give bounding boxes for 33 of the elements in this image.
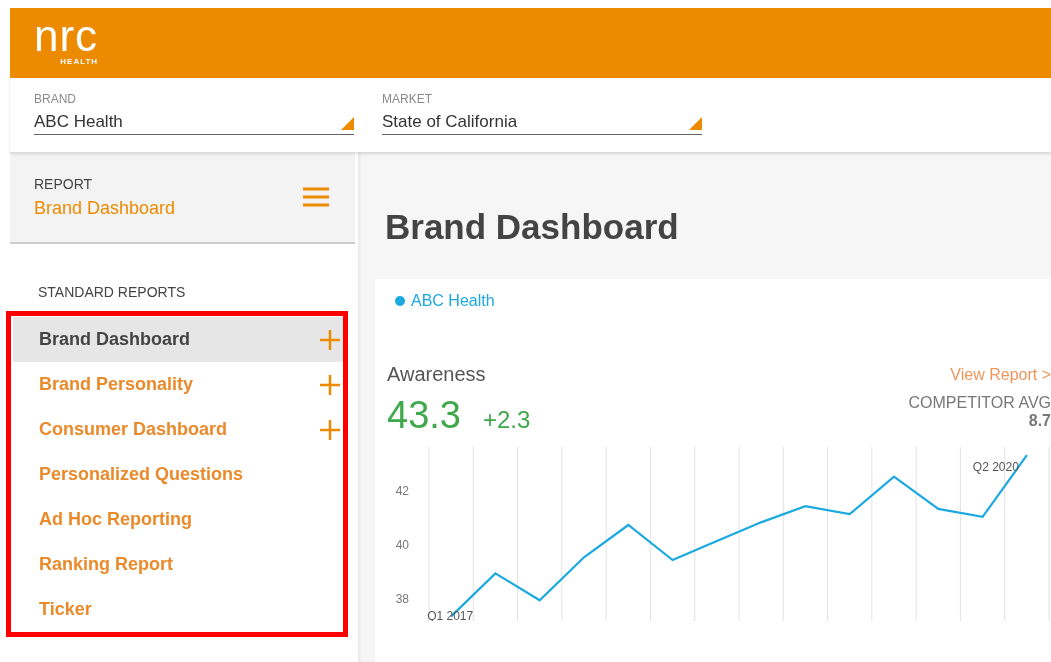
filter-label: BRAND [34,92,77,108]
nav-item[interactable]: Consumer Dashboard [13,407,348,452]
metric-value: 43.3 [387,394,461,437]
section-heading: STANDARD REPORTS [38,284,187,302]
competitor-label: COMPETITOR AVG [908,394,1051,412]
report-label: REPORT [34,175,94,192]
nav-item[interactable]: Personalized Questions [13,452,348,497]
nav-item[interactable]: Ticker [13,587,348,632]
metric-name: Awareness [387,363,486,386]
dropdown-corner-icon [341,117,354,130]
page-title: Brand Dashboard [385,207,680,248]
dropdown[interactable]: State of California [382,109,702,135]
nav-item[interactable]: Brand Personality [13,362,348,407]
plus-icon[interactable] [320,329,340,350]
metric-change: +2.3 [482,406,531,434]
competitor-value: 8.7 [1028,412,1051,430]
menu-icon[interactable] [303,187,329,207]
y-tick-label: 42 [395,484,409,499]
nav-item[interactable]: Ad Hoc Reporting [13,497,348,542]
logo-subtext: HEALTH [60,57,99,66]
filter-label: MARKET [382,92,433,108]
dropdown-corner-icon [689,117,702,130]
plus-icon[interactable] [320,374,340,395]
nav-item[interactable]: Ranking Report [13,542,348,587]
logo: nrc [34,16,99,56]
view-report-link[interactable]: View Report > [950,365,1051,384]
plus-icon[interactable] [320,419,340,440]
dropdown[interactable]: ABC Health [34,109,354,135]
y-tick-label: 38 [395,591,409,606]
legend-label: ABC Health [411,292,495,310]
point-label: Q2 2020 [972,460,1019,475]
report-name: Brand Dashboard [34,197,176,219]
y-tick-label: 40 [395,537,409,552]
